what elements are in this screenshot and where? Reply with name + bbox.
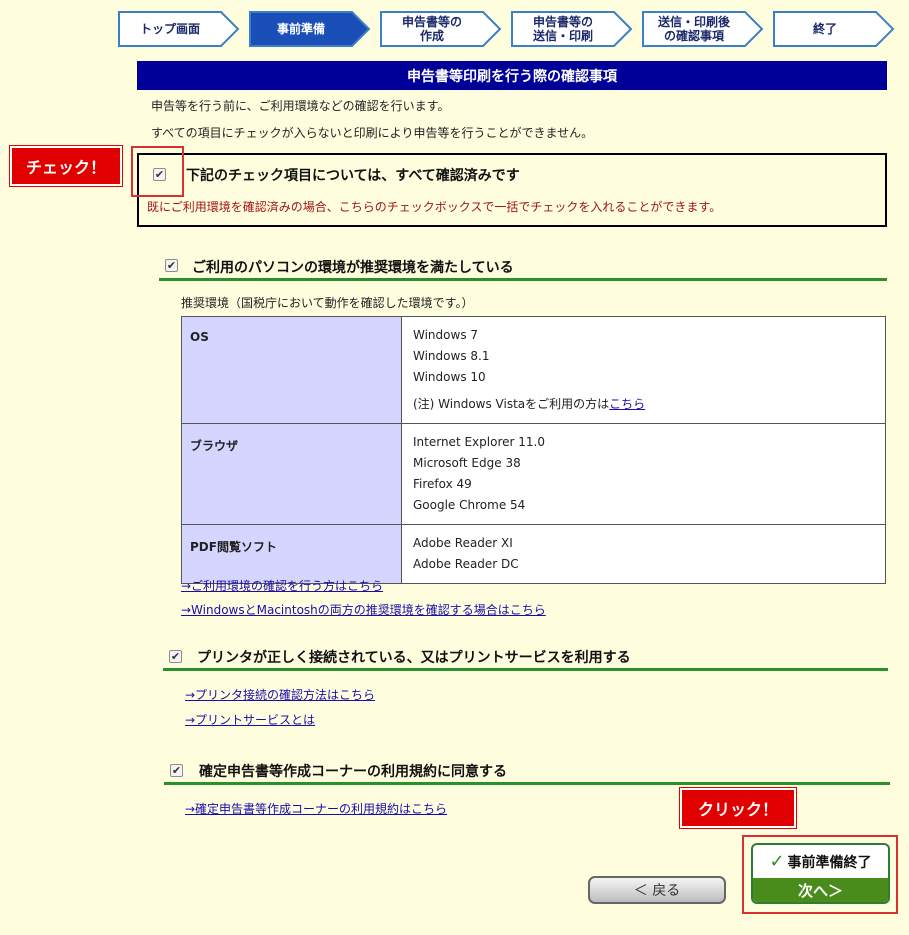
step-top: トップ画面 [118,11,240,47]
finish-preparation-top: ✓ 事前準備終了 [753,845,888,878]
step-finish-label: 終了 [812,22,837,36]
terms-link[interactable]: →確定申告書等作成コーナーの利用規約はこちら [185,800,447,817]
next-label: 次へ＞ [753,878,888,902]
step-top-label: トップ画面 [139,22,200,36]
click-annotation: クリック！ [680,788,796,828]
page-title: 申告書等印刷を行う際の確認事項 [137,61,887,90]
check-annotation: チェック！ [10,146,122,186]
back-button[interactable]: ＜ 戻る [588,876,726,904]
printer-title: プリンタが正しく接続されている、又はプリントサービスを利用する [197,650,631,666]
env-value-browser: Internet Explorer 11.0 Microsoft Edge 38… [401,423,886,525]
step-preparation-label: 事前準備 [276,22,325,36]
intro-line-1: 申告等を行う前に、ご利用環境などの確認を行います。 [151,99,450,113]
list-item: Adobe Reader DC [413,557,519,571]
win-mac-env-link[interactable]: →WindowsとMacintoshの両方の推奨環境を確認する場合はこちら [181,601,546,618]
pc-env-checkbox[interactable]: ✔ [165,259,178,272]
pc-env-divider [159,278,887,281]
terms-title: 確定申告書等作成コーナーの利用規約に同意する [199,764,507,780]
env-value-pdf: Adobe Reader XI Adobe Reader DC [401,524,886,584]
step-preparation: 事前準備 [249,11,371,47]
step-after-check: 送信・印刷後 の確認事項 [642,11,764,47]
step-finish: 終了 [773,11,895,47]
list-item: Google Chrome 54 [413,498,526,512]
pc-env-title: ご利用のパソコンの環境が推奨環境を満たしている [192,260,514,276]
terms-checkbox[interactable]: ✔ [170,764,183,777]
recommended-env-caption: 推奨環境（国税庁において動作を確認した環境です。） [181,296,474,310]
list-item: Firefox 49 [413,477,472,491]
step-after-check-label: 送信・印刷後 の確認事項 [657,15,730,43]
table-row: PDF閲覧ソフト Adobe Reader XI Adobe Reader DC [181,524,886,584]
step-create: 申告書等の 作成 [380,11,502,47]
bulk-confirm-label: 下記のチェック項目については、すべて確認済みです [186,168,520,184]
list-item: Internet Explorer 11.0 [413,435,545,449]
list-item: Adobe Reader XI [413,536,513,550]
list-item: Windows 8.1 [413,349,490,363]
recommended-env-table: OS Windows 7 Windows 8.1 Windows 10 (注) … [181,316,886,584]
printer-checkbox[interactable]: ✔ [169,650,182,663]
list-item: Windows 7 [413,328,479,342]
finish-preparation-button[interactable]: ✓ 事前準備終了 次へ＞ [751,843,890,904]
vista-link[interactable]: こちら [609,397,645,411]
table-row: ブラウザ Internet Explorer 11.0 Microsoft Ed… [181,423,886,525]
printer-divider [163,668,888,671]
env-key-pdf: PDF閲覧ソフト [181,524,402,584]
step-send-print: 申告書等の 送信・印刷 [511,11,633,47]
finish-preparation-label: 事前準備終了 [787,854,872,871]
vista-note-text: (注) Windows Vistaをご利用の方は [413,397,610,411]
step-create-label: 申告書等の 作成 [401,15,462,43]
table-row: OS Windows 7 Windows 8.1 Windows 10 (注) … [181,316,886,424]
env-key-browser: ブラウザ [181,423,402,525]
step-send-print-label: 申告書等の 送信・印刷 [532,15,593,43]
intro-line-2: すべての項目にチェックが入らないと印刷により申告等を行うことができません。 [151,126,594,140]
env-check-link[interactable]: →ご利用環境の確認を行う方はこちら [181,577,383,594]
checkmark-icon: ✓ [769,851,785,872]
terms-divider [164,782,890,785]
printer-connection-link[interactable]: →プリンタ接続の確認方法はこちら [185,686,375,703]
env-key-os: OS [181,316,402,424]
vista-note: (注) Windows Vistaをご利用の方はこちら [413,394,874,415]
list-item: Microsoft Edge 38 [413,456,521,470]
env-value-os: Windows 7 Windows 8.1 Windows 10 (注) Win… [401,316,886,424]
list-item: Windows 10 [413,370,486,384]
print-service-link[interactable]: →プリントサービスとは [185,711,315,728]
bulk-confirm-box: ✔ 下記のチェック項目については、すべて確認済みです 既にご利用環境を確認済みの… [137,153,887,227]
bulk-confirm-note: 既にご利用環境を確認済みの場合、こちらのチェックボックスで一括でチェックを入れる… [147,200,722,214]
checkbox-highlight-frame [131,146,184,197]
